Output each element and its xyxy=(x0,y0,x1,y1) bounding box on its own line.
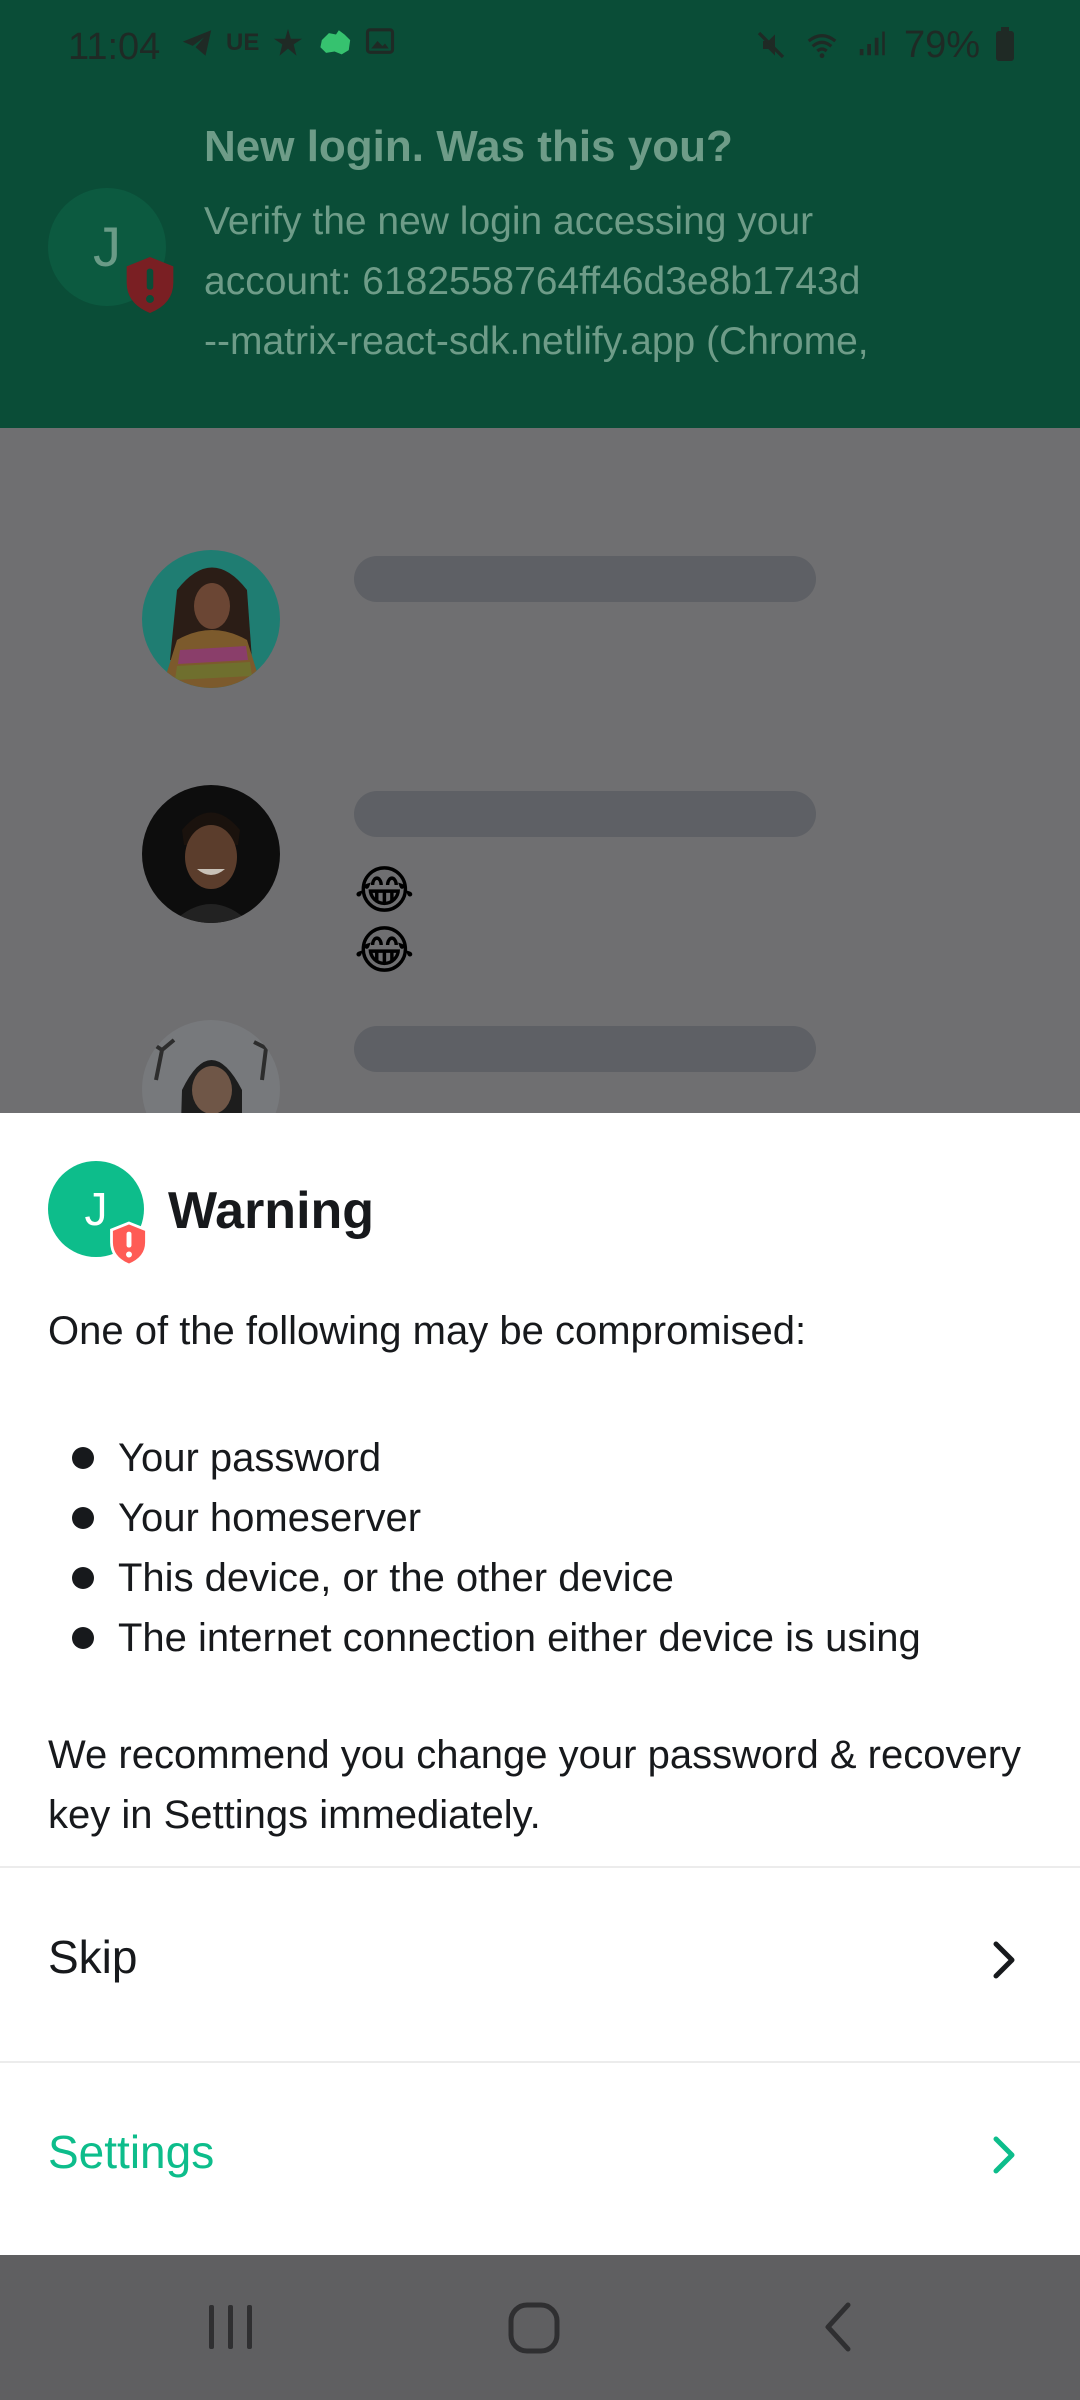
australia-icon xyxy=(317,26,351,60)
avatar xyxy=(142,1020,280,1113)
settings-label: Settings xyxy=(48,2126,215,2178)
list-item-label: Your password xyxy=(118,1436,382,1480)
chevron-right-icon xyxy=(993,2136,1015,2174)
telegram-icon xyxy=(180,26,214,60)
shield-alert-icon xyxy=(126,257,174,313)
skip-label: Skip xyxy=(48,1931,138,1983)
list-item-label: The internet connection either device is… xyxy=(118,1616,921,1660)
list-item-label: This device, or the other device xyxy=(118,1556,674,1600)
compromised-list: Your password Your homeserver This devic… xyxy=(48,1428,921,1668)
skip-button[interactable]: Skip xyxy=(0,1868,1080,2062)
status-bar: 11:04 UE 79% xyxy=(0,0,1080,96)
mute-icon xyxy=(754,29,788,63)
status-right-icons: 79% xyxy=(754,24,1014,67)
battery-icon xyxy=(996,26,1014,61)
bullet-icon xyxy=(72,1447,94,1469)
puzzle-icon xyxy=(271,26,305,60)
list-item: Your password xyxy=(48,1428,921,1488)
login-notification-banner[interactable]: 11:04 UE 79% J New login. Was this you? … xyxy=(0,0,1080,428)
bullet-icon xyxy=(72,1507,94,1529)
notification-body-line: Verify the new login accessing your xyxy=(204,200,814,243)
wifi-icon xyxy=(804,29,838,63)
notification-body-line: account: 6182558764ff46d3e8b1743d xyxy=(204,260,861,303)
image-icon xyxy=(363,26,397,60)
list-item: This device, or the other device xyxy=(48,1548,921,1608)
bullet-icon xyxy=(72,1627,94,1649)
avatar xyxy=(142,785,280,923)
system-navigation-bar xyxy=(0,2255,1080,2400)
home-icon[interactable] xyxy=(505,2297,565,2357)
warning-intro-text: One of the following may be compromised: xyxy=(48,1309,807,1353)
recommendation-text: We recommend you change your password & … xyxy=(48,1733,1022,1837)
message-placeholder xyxy=(354,791,816,837)
bullet-icon xyxy=(72,1567,94,1589)
shield-alert-icon xyxy=(110,1221,148,1267)
list-item: Your homeserver xyxy=(48,1488,921,1548)
settings-button[interactable]: Settings xyxy=(0,2063,1080,2257)
notification-title: New login. Was this you? xyxy=(204,122,733,171)
notification-body-line: --matrix-react-sdk.netlify.app (Chrome, xyxy=(204,320,869,363)
chevron-right-icon xyxy=(993,1941,1015,1979)
ue-icon: UE xyxy=(226,29,260,56)
message-emoji: 😂😂 xyxy=(354,862,421,980)
list-item: The internet connection either device is… xyxy=(48,1608,921,1668)
avatar xyxy=(142,550,280,688)
notification-body: Verify the new login accessing your acco… xyxy=(204,192,1044,372)
warning-bottom-sheet: J Warning One of the following may be co… xyxy=(0,1113,1080,2255)
list-item-label: Your homeserver xyxy=(118,1496,422,1540)
message-placeholder xyxy=(354,556,816,602)
signal-icon xyxy=(854,29,888,63)
status-left-icons: UE xyxy=(180,26,397,60)
battery-percent: 79% xyxy=(903,24,980,66)
status-time: 11:04 xyxy=(68,26,161,68)
back-icon[interactable] xyxy=(818,2297,858,2357)
message-placeholder xyxy=(354,1026,816,1072)
sheet-title: Warning xyxy=(168,1182,375,1240)
timeline-background: 😂😂 xyxy=(0,428,1080,1113)
recent-apps-icon[interactable] xyxy=(205,2297,257,2357)
